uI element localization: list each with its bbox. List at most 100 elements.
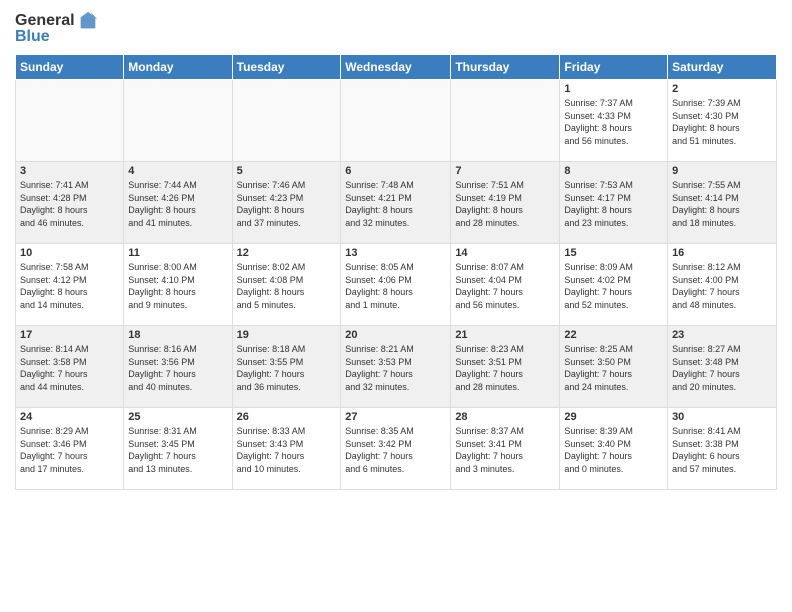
calendar-cell: 2 Sunrise: 7:39 AMSunset: 4:30 PMDaylight…	[668, 80, 777, 162]
calendar-table: SundayMondayTuesdayWednesdayThursdayFrid…	[15, 54, 777, 490]
day-number: 9	[672, 165, 772, 177]
day-number: 4	[128, 165, 227, 177]
calendar-cell: 29 Sunrise: 8:39 AMSunset: 3:40 PMDayligh…	[560, 408, 668, 490]
day-number: 7	[455, 165, 555, 177]
header-friday: Friday	[560, 55, 668, 80]
calendar-cell: 17Sunrise: 8:14 AMSunset: 3:58 PMDayligh…	[16, 326, 124, 408]
day-info: Sunrise: 7:37 AMSunset: 4:33 PMDaylight:…	[564, 97, 663, 147]
calendar-cell: 20 Sunrise: 8:21 AMSunset: 3:53 PMDayligh…	[341, 326, 451, 408]
day-number: 20	[345, 329, 446, 341]
day-info: Sunrise: 8:21 AMSunset: 3:53 PMDaylight:…	[345, 343, 446, 393]
day-number: 29	[564, 411, 663, 423]
day-info: Sunrise: 8:31 AMSunset: 3:45 PMDaylight:…	[128, 425, 227, 475]
calendar-cell	[16, 80, 124, 162]
day-info: Sunrise: 8:02 AMSunset: 4:08 PMDaylight:…	[237, 261, 337, 311]
day-number: 18	[128, 329, 227, 341]
logo: General Blue	[15, 10, 99, 46]
week-row-5: 24 Sunrise: 8:29 AMSunset: 3:46 PMDayligh…	[16, 408, 777, 490]
day-number: 13	[345, 247, 446, 259]
calendar-cell: 11Sunrise: 8:00 AMSunset: 4:10 PMDayligh…	[124, 244, 232, 326]
day-info: Sunrise: 8:09 AMSunset: 4:02 PMDaylight:…	[564, 261, 663, 311]
header-sunday: Sunday	[16, 55, 124, 80]
day-number: 23	[672, 329, 772, 341]
day-info: Sunrise: 8:37 AMSunset: 3:41 PMDaylight:…	[455, 425, 555, 475]
day-number: 26	[237, 411, 337, 423]
day-number: 14	[455, 247, 555, 259]
day-info: Sunrise: 7:44 AMSunset: 4:26 PMDaylight:…	[128, 179, 227, 229]
day-number: 22	[564, 329, 663, 341]
calendar-cell: 23 Sunrise: 8:27 AMSunset: 3:48 PMDayligh…	[668, 326, 777, 408]
calendar-header: SundayMondayTuesdayWednesdayThursdayFrid…	[16, 55, 777, 80]
day-number: 24	[20, 411, 119, 423]
day-info: Sunrise: 7:51 AMSunset: 4:19 PMDaylight:…	[455, 179, 555, 229]
day-info: Sunrise: 7:46 AMSunset: 4:23 PMDaylight:…	[237, 179, 337, 229]
week-row-4: 17Sunrise: 8:14 AMSunset: 3:58 PMDayligh…	[16, 326, 777, 408]
day-info: Sunrise: 7:53 AMSunset: 4:17 PMDaylight:…	[564, 179, 663, 229]
calendar-cell: 12 Sunrise: 8:02 AMSunset: 4:08 PMDayligh…	[232, 244, 341, 326]
header-wednesday: Wednesday	[341, 55, 451, 80]
header-saturday: Saturday	[668, 55, 777, 80]
header-monday: Monday	[124, 55, 232, 80]
calendar-cell	[341, 80, 451, 162]
page-header: General Blue	[15, 10, 777, 46]
week-row-3: 10 Sunrise: 7:58 AMSunset: 4:12 PMDayligh…	[16, 244, 777, 326]
day-number: 25	[128, 411, 227, 423]
calendar-cell: 10 Sunrise: 7:58 AMSunset: 4:12 PMDayligh…	[16, 244, 124, 326]
logo-icon	[77, 10, 99, 32]
day-info: Sunrise: 8:35 AMSunset: 3:42 PMDaylight:…	[345, 425, 446, 475]
calendar-cell: 5 Sunrise: 7:46 AMSunset: 4:23 PMDaylight…	[232, 162, 341, 244]
calendar-cell: 22Sunrise: 8:25 AMSunset: 3:50 PMDayligh…	[560, 326, 668, 408]
calendar-cell: 3 Sunrise: 7:41 AMSunset: 4:28 PMDaylight…	[16, 162, 124, 244]
day-number: 6	[345, 165, 446, 177]
calendar-cell	[451, 80, 560, 162]
day-number: 12	[237, 247, 337, 259]
day-info: Sunrise: 8:07 AMSunset: 4:04 PMDaylight:…	[455, 261, 555, 311]
day-number: 10	[20, 247, 119, 259]
calendar-cell: 6Sunrise: 7:48 AMSunset: 4:21 PMDaylight…	[341, 162, 451, 244]
day-info: Sunrise: 8:29 AMSunset: 3:46 PMDaylight:…	[20, 425, 119, 475]
calendar-cell: 28Sunrise: 8:37 AMSunset: 3:41 PMDayligh…	[451, 408, 560, 490]
day-number: 8	[564, 165, 663, 177]
logo-blue-text: Blue	[15, 28, 50, 46]
days-of-week-row: SundayMondayTuesdayWednesdayThursdayFrid…	[16, 55, 777, 80]
calendar-cell: 18 Sunrise: 8:16 AMSunset: 3:56 PMDayligh…	[124, 326, 232, 408]
day-info: Sunrise: 8:23 AMSunset: 3:51 PMDaylight:…	[455, 343, 555, 393]
calendar-cell: 19 Sunrise: 8:18 AMSunset: 3:55 PMDayligh…	[232, 326, 341, 408]
day-number: 1	[564, 83, 663, 95]
day-number: 17	[20, 329, 119, 341]
calendar-cell: 26Sunrise: 8:33 AMSunset: 3:43 PMDayligh…	[232, 408, 341, 490]
day-info: Sunrise: 7:58 AMSunset: 4:12 PMDaylight:…	[20, 261, 119, 311]
day-number: 19	[237, 329, 337, 341]
day-info: Sunrise: 8:18 AMSunset: 3:55 PMDaylight:…	[237, 343, 337, 393]
day-number: 15	[564, 247, 663, 259]
calendar-cell: 25 Sunrise: 8:31 AMSunset: 3:45 PMDayligh…	[124, 408, 232, 490]
day-info: Sunrise: 7:39 AMSunset: 4:30 PMDaylight:…	[672, 97, 772, 147]
calendar-cell: 24 Sunrise: 8:29 AMSunset: 3:46 PMDayligh…	[16, 408, 124, 490]
header-tuesday: Tuesday	[232, 55, 341, 80]
calendar-cell: 15 Sunrise: 8:09 AMSunset: 4:02 PMDayligh…	[560, 244, 668, 326]
day-info: Sunrise: 7:55 AMSunset: 4:14 PMDaylight:…	[672, 179, 772, 229]
day-info: Sunrise: 8:27 AMSunset: 3:48 PMDaylight:…	[672, 343, 772, 393]
day-info: Sunrise: 8:00 AMSunset: 4:10 PMDaylight:…	[128, 261, 227, 311]
day-info: Sunrise: 8:05 AMSunset: 4:06 PMDaylight:…	[345, 261, 446, 311]
day-info: Sunrise: 8:16 AMSunset: 3:56 PMDaylight:…	[128, 343, 227, 393]
day-number: 5	[237, 165, 337, 177]
calendar-cell: 7 Sunrise: 7:51 AMSunset: 4:19 PMDaylight…	[451, 162, 560, 244]
calendar-cell	[232, 80, 341, 162]
page-container: General Blue SundayMondayTuesdayWednesda…	[0, 0, 792, 612]
day-info: Sunrise: 7:41 AMSunset: 4:28 PMDaylight:…	[20, 179, 119, 229]
week-row-2: 3 Sunrise: 7:41 AMSunset: 4:28 PMDaylight…	[16, 162, 777, 244]
day-info: Sunrise: 8:41 AMSunset: 3:38 PMDaylight:…	[672, 425, 772, 475]
day-info: Sunrise: 8:39 AMSunset: 3:40 PMDaylight:…	[564, 425, 663, 475]
week-row-1: 1 Sunrise: 7:37 AMSunset: 4:33 PMDaylight…	[16, 80, 777, 162]
day-info: Sunrise: 8:12 AMSunset: 4:00 PMDaylight:…	[672, 261, 772, 311]
calendar-cell: 1 Sunrise: 7:37 AMSunset: 4:33 PMDaylight…	[560, 80, 668, 162]
day-number: 2	[672, 83, 772, 95]
calendar-cell: 13 Sunrise: 8:05 AMSunset: 4:06 PMDayligh…	[341, 244, 451, 326]
calendar-cell: 27Sunrise: 8:35 AMSunset: 3:42 PMDayligh…	[341, 408, 451, 490]
calendar-cell: 9 Sunrise: 7:55 AMSunset: 4:14 PMDaylight…	[668, 162, 777, 244]
day-number: 3	[20, 165, 119, 177]
calendar-cell: 30Sunrise: 8:41 AMSunset: 3:38 PMDayligh…	[668, 408, 777, 490]
calendar-cell: 21Sunrise: 8:23 AMSunset: 3:51 PMDayligh…	[451, 326, 560, 408]
header-thursday: Thursday	[451, 55, 560, 80]
